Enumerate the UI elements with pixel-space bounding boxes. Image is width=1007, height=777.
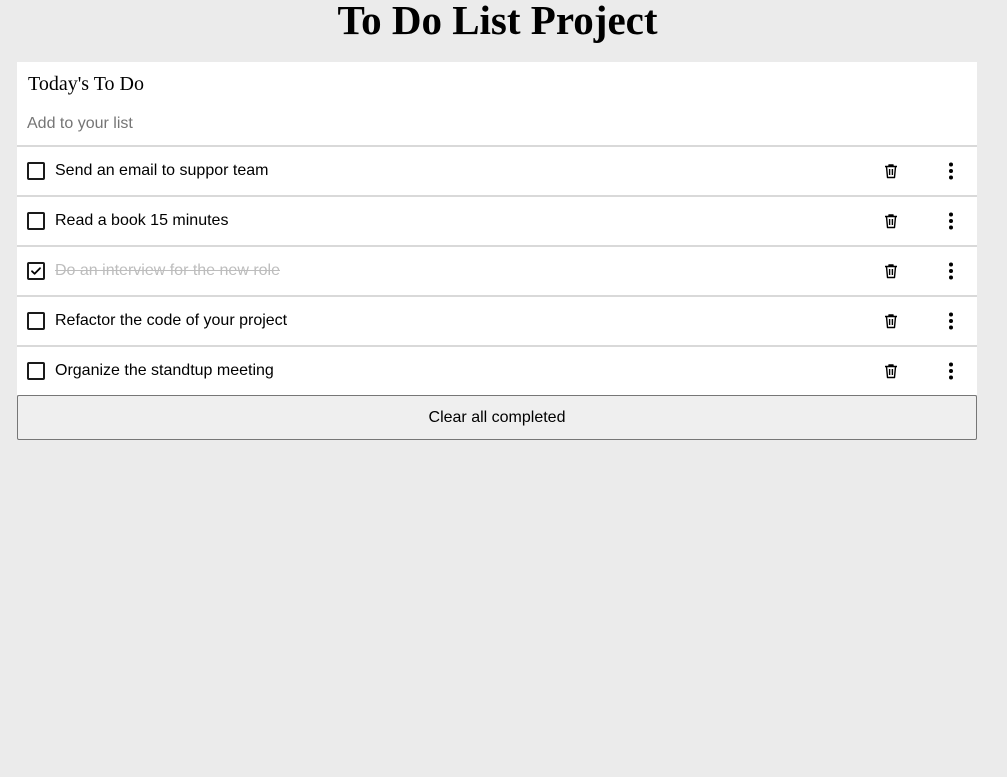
task-text: Send an email to suppor team bbox=[55, 162, 269, 179]
clear-completed-button[interactable]: Clear all completed bbox=[17, 395, 977, 440]
page-title: To Do List Project bbox=[337, 0, 658, 43]
task-text: Organize the standtup meeting bbox=[55, 362, 274, 379]
task-item: Refactor the code of your project bbox=[17, 296, 977, 346]
task-checkbox[interactable] bbox=[27, 212, 45, 230]
task-text: Refactor the code of your project bbox=[55, 312, 288, 329]
task-item: Do an interview for the new role bbox=[17, 246, 977, 296]
task-item: Organize the standtup meeting bbox=[17, 346, 977, 396]
checkmark-icon bbox=[31, 267, 41, 275]
todo-card: Today's To Do Send an email to suppor te… bbox=[17, 62, 977, 396]
more-options-icon[interactable] bbox=[948, 312, 954, 330]
card-header: Today's To Do bbox=[17, 62, 977, 146]
task-item: Send an email to suppor team bbox=[17, 146, 977, 196]
trash-icon[interactable] bbox=[884, 363, 898, 379]
trash-icon[interactable] bbox=[884, 213, 898, 229]
card-heading: Today's To Do bbox=[28, 73, 144, 95]
task-checkbox[interactable] bbox=[27, 312, 45, 330]
task-text: Do an interview for the new role bbox=[55, 262, 280, 279]
more-options-icon[interactable] bbox=[948, 212, 954, 230]
add-task-input[interactable] bbox=[27, 113, 727, 135]
more-options-icon[interactable] bbox=[948, 262, 954, 280]
task-item: Read a book 15 minutes bbox=[17, 196, 977, 246]
task-checkbox[interactable] bbox=[27, 162, 45, 180]
task-checkbox[interactable] bbox=[27, 362, 45, 380]
task-checkbox[interactable] bbox=[27, 262, 45, 280]
more-options-icon[interactable] bbox=[948, 162, 954, 180]
trash-icon[interactable] bbox=[884, 313, 898, 329]
task-list: Send an email to suppor team Read a book… bbox=[17, 146, 977, 396]
task-text: Read a book 15 minutes bbox=[55, 212, 229, 229]
trash-icon[interactable] bbox=[884, 163, 898, 179]
more-options-icon[interactable] bbox=[948, 362, 954, 380]
trash-icon[interactable] bbox=[884, 263, 898, 279]
